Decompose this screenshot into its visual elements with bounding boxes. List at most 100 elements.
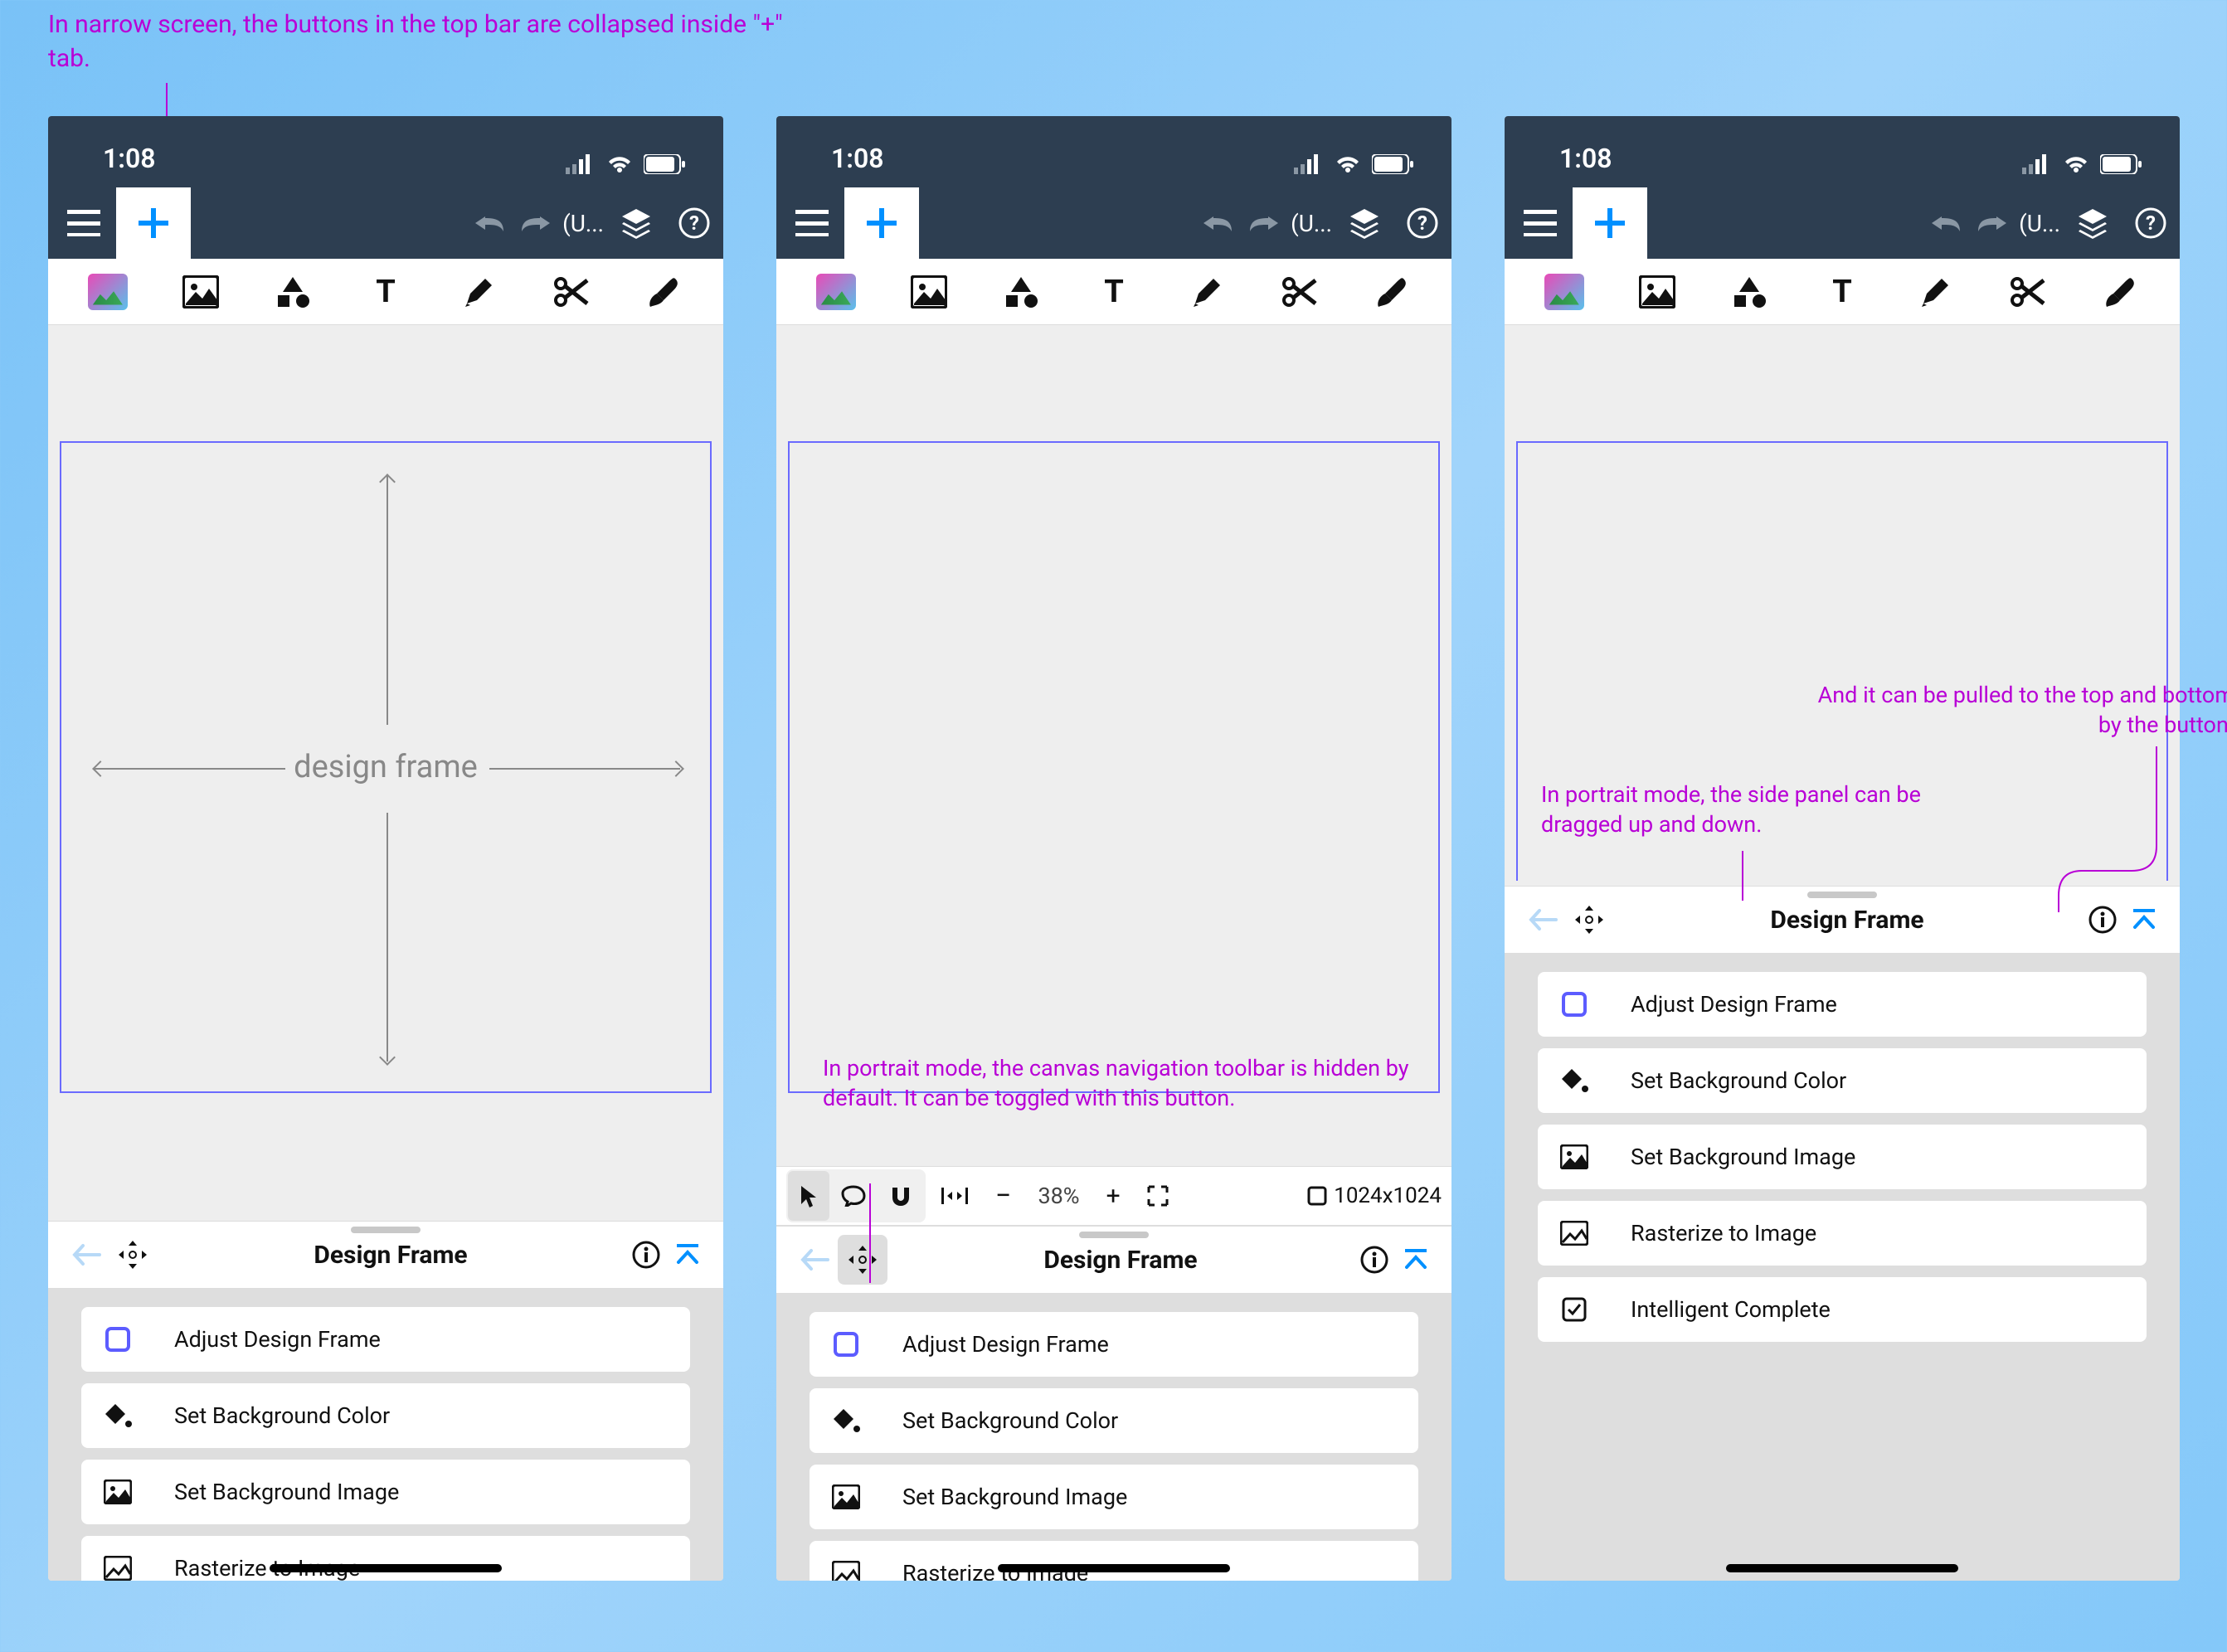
- panel-move-button[interactable]: [838, 1235, 887, 1285]
- layers-button[interactable]: [2064, 191, 2122, 255]
- menu-button[interactable]: [780, 191, 844, 255]
- layers-button[interactable]: [1335, 191, 1393, 255]
- panel-item-bg-image[interactable]: Set Background Image: [810, 1465, 1418, 1529]
- panel-info-button[interactable]: [1354, 1246, 1395, 1274]
- panel-collapse-button[interactable]: [667, 1242, 708, 1267]
- panel-item-bg-color[interactable]: Set Background Color: [1538, 1048, 2147, 1113]
- panel-drag-handle[interactable]: [1807, 892, 1877, 898]
- image-tool[interactable]: [902, 265, 955, 318]
- shapes-tool[interactable]: [994, 265, 1048, 318]
- panel-item-label: Set Background Image: [902, 1484, 1127, 1510]
- pencil-icon: [1918, 275, 1952, 309]
- cut-tool[interactable]: [544, 265, 597, 318]
- home-indicator: [270, 1564, 502, 1572]
- redo-button[interactable]: [513, 191, 559, 255]
- help-button[interactable]: ?: [665, 191, 723, 255]
- panel-title: Design Frame: [887, 1246, 1354, 1275]
- draw-tool[interactable]: [452, 265, 505, 318]
- undo-button[interactable]: [1194, 191, 1241, 255]
- panel-item-rasterize[interactable]: Rasterize to Image: [81, 1536, 690, 1581]
- panel-item-bg-color[interactable]: Set Background Color: [81, 1383, 690, 1448]
- image-tool[interactable]: [1631, 265, 1684, 318]
- panel-item-bg-image[interactable]: Set Background Image: [81, 1460, 690, 1524]
- panel-move-button[interactable]: [1566, 904, 1612, 935]
- panel-item-adjust-frame[interactable]: Adjust Design Frame: [810, 1312, 1418, 1377]
- text-tool[interactable]: T: [359, 265, 412, 318]
- canvas[interactable]: design frame: [48, 325, 723, 1221]
- add-tab-button[interactable]: [844, 187, 919, 259]
- menu-button[interactable]: [51, 191, 116, 255]
- gallery-tool[interactable]: [810, 265, 863, 318]
- panel-item-adjust-frame[interactable]: Adjust Design Frame: [81, 1307, 690, 1372]
- undo-icon: [1930, 213, 1962, 233]
- canvas-size[interactable]: 1024x1024: [1307, 1183, 1442, 1208]
- panel-item-adjust-frame[interactable]: Adjust Design Frame: [1538, 972, 2147, 1037]
- text-tool[interactable]: T: [1087, 265, 1140, 318]
- wifi-icon: [605, 154, 634, 174]
- hamburger-icon: [67, 210, 100, 236]
- text-tool[interactable]: T: [1816, 265, 1869, 318]
- undo-button[interactable]: [1923, 191, 1969, 255]
- hamburger-icon: [1524, 210, 1557, 236]
- panel-back-button[interactable]: [1520, 907, 1566, 932]
- brush-tool[interactable]: [1365, 265, 1418, 318]
- panel-back-button[interactable]: [791, 1247, 838, 1272]
- draw-tool[interactable]: [1180, 265, 1233, 318]
- status-bar: 1:08: [48, 116, 723, 187]
- gallery-tool[interactable]: [1538, 265, 1591, 318]
- image-tool[interactable]: [174, 265, 227, 318]
- cut-tool[interactable]: [1272, 265, 1325, 318]
- undo-button[interactable]: [466, 191, 513, 255]
- redo-button[interactable]: [1969, 191, 2015, 255]
- arrow-up-icon: [379, 474, 396, 490]
- redo-button[interactable]: [1241, 191, 1287, 255]
- help-button[interactable]: ?: [2122, 191, 2180, 255]
- panel-info-button[interactable]: [625, 1241, 667, 1269]
- svg-text:?: ?: [1417, 211, 1427, 235]
- shapes-tool[interactable]: [1723, 265, 1776, 318]
- panel-drag-handle[interactable]: [351, 1227, 421, 1233]
- panel-move-button[interactable]: [109, 1239, 156, 1271]
- pencil-icon: [1190, 275, 1223, 309]
- panel-item-bg-color[interactable]: Set Background Color: [810, 1388, 1418, 1453]
- panel-body: Adjust Design Frame Set Background Color…: [48, 1289, 723, 1581]
- draw-tool[interactable]: [1909, 265, 1962, 318]
- arrow-left-icon: [800, 1247, 829, 1272]
- gallery-icon: [88, 274, 128, 310]
- panel-item-label: Adjust Design Frame: [1631, 991, 1837, 1018]
- panel-collapse-button[interactable]: [1395, 1247, 1437, 1272]
- zoom-in-button[interactable]: +: [1095, 1171, 1132, 1221]
- design-frame-outline[interactable]: [788, 441, 1440, 1093]
- plus-icon: [865, 206, 898, 240]
- layers-button[interactable]: [607, 191, 665, 255]
- panel-item-rasterize[interactable]: Rasterize to Image: [810, 1541, 1418, 1581]
- zoom-value[interactable]: 38%: [1026, 1171, 1091, 1221]
- panel-drag-handle[interactable]: [1079, 1232, 1149, 1238]
- add-tab-button[interactable]: [1573, 187, 1647, 259]
- menu-button[interactable]: [1508, 191, 1573, 255]
- shapes-tool[interactable]: [266, 265, 319, 318]
- panel-title: Design Frame: [156, 1241, 625, 1270]
- fullscreen-button[interactable]: [1135, 1171, 1180, 1221]
- fit-width-button[interactable]: [929, 1171, 980, 1221]
- zoom-out-button[interactable]: −: [984, 1171, 1023, 1221]
- cut-tool[interactable]: [2001, 265, 2054, 318]
- panel-item-bg-image[interactable]: Set Background Image: [1538, 1125, 2147, 1189]
- panel-item-intelligent-complete[interactable]: Intelligent Complete: [1538, 1277, 2147, 1342]
- shapes-icon: [275, 275, 311, 309]
- signal-icon: [2022, 154, 2052, 174]
- pointer-tool[interactable]: [788, 1171, 829, 1221]
- brush-tool[interactable]: [2093, 265, 2147, 318]
- panel-item-rasterize[interactable]: Rasterize to Image: [1538, 1201, 2147, 1266]
- svg-text:?: ?: [2146, 211, 2156, 235]
- canvas[interactable]: In portrait mode, the canvas navigation …: [776, 325, 1451, 1166]
- add-tab-button[interactable]: [116, 187, 191, 259]
- gallery-tool[interactable]: [81, 265, 134, 318]
- panel-back-button[interactable]: [63, 1242, 109, 1267]
- design-frame-outline[interactable]: design frame: [60, 441, 712, 1093]
- status-time: 1:08: [103, 143, 156, 174]
- help-button[interactable]: ?: [1393, 191, 1451, 255]
- brush-tool[interactable]: [637, 265, 690, 318]
- square-icon: [829, 1332, 863, 1357]
- snap-tool[interactable]: [878, 1171, 924, 1221]
